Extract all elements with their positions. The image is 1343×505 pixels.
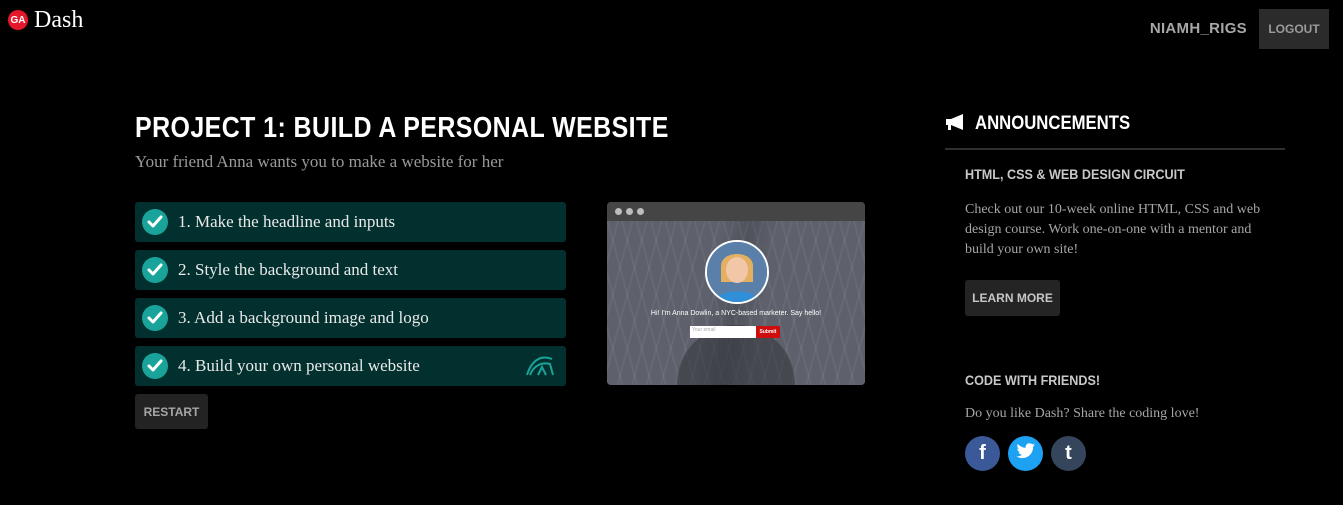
username-link[interactable]: NIAMH_RIGS: [1150, 20, 1247, 37]
divider: [945, 148, 1285, 150]
step-item-1[interactable]: 1. Make the headline and inputs: [135, 202, 566, 242]
restart-button[interactable]: RESTART: [135, 394, 208, 429]
facebook-icon: f: [979, 442, 986, 464]
checkmark-icon: [142, 209, 168, 235]
checkmark-icon: [142, 305, 168, 331]
checkmark-icon: [142, 353, 168, 379]
step-label: 4. Build your own personal website: [178, 356, 420, 375]
step-item-4[interactable]: 4. Build your own personal website: [135, 346, 566, 386]
page-subtitle: Your friend Anna wants you to make a web…: [135, 152, 504, 171]
checkmark-icon: [142, 257, 168, 283]
preview-form: Your email Submit: [690, 326, 780, 338]
code-with-friends-title: CODE WITH FRIENDS!: [965, 372, 1101, 388]
code-with-friends-text: Do you like Dash? Share the coding love!: [965, 406, 1200, 421]
app-name: Dash: [34, 7, 84, 33]
preview-background: Hi! I'm Anna Dowlin, a NYC-based markete…: [607, 221, 865, 385]
tumblr-share-button[interactable]: t: [1051, 436, 1086, 471]
preview-caption: Hi! I'm Anna Dowlin, a NYC-based markete…: [650, 310, 822, 317]
learn-more-button[interactable]: LEARN MORE: [965, 280, 1060, 316]
logout-button[interactable]: LOGOUT: [1259, 9, 1329, 49]
avatar: [705, 240, 769, 304]
announcements-header: ANNOUNCEMENTS: [945, 113, 1151, 135]
twitter-share-button[interactable]: [1008, 436, 1043, 471]
circuit-title: HTML, CSS & WEB DESIGN CIRCUIT: [965, 166, 1185, 182]
browser-bar: [607, 202, 865, 221]
logo[interactable]: GA Dash: [8, 7, 83, 33]
window-dot-icon: [615, 208, 622, 215]
page-title: PROJECT 1: BUILD A PERSONAL WEBSITE: [135, 112, 669, 144]
step-label: 2. Style the background and text: [178, 260, 399, 279]
window-dot-icon: [637, 208, 644, 215]
preview-submit-button: Submit: [756, 326, 780, 338]
window-dot-icon: [626, 208, 633, 215]
step-label: 3. Add a background image and logo: [178, 308, 429, 327]
facebook-share-button[interactable]: f: [965, 436, 1000, 471]
step-item-2[interactable]: 2. Style the background and text: [135, 250, 566, 290]
step-label: 1. Make the headline and inputs: [178, 212, 396, 231]
megaphone-icon: [945, 113, 967, 135]
preview-email-input: Your email: [690, 326, 756, 338]
twitter-icon: [1016, 442, 1036, 465]
tumblr-icon: t: [1065, 442, 1072, 464]
announcements-title: ANNOUNCEMENTS: [975, 113, 1131, 134]
website-preview: Hi! I'm Anna Dowlin, a NYC-based markete…: [607, 202, 865, 385]
step-item-3[interactable]: 3. Add a background image and logo: [135, 298, 566, 338]
ga-logo-icon: GA: [8, 10, 28, 30]
bridge-logo-icon: [524, 353, 556, 383]
circuit-description: Check out our 10-week online HTML, CSS a…: [965, 202, 1261, 257]
